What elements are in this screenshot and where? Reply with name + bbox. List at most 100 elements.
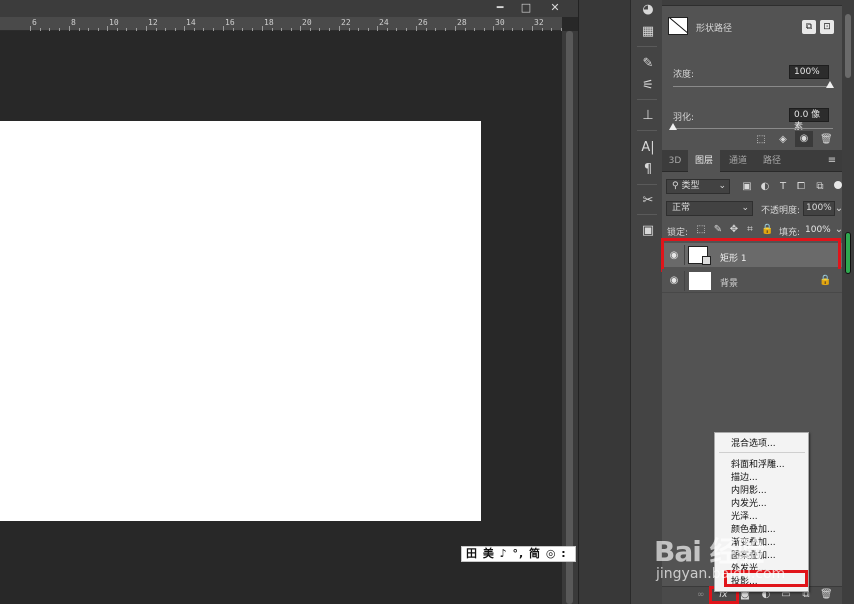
tab-channels[interactable]: 通道 — [722, 150, 754, 172]
layer-filter-select[interactable]: ⚲ 类型 ⌄ — [666, 179, 730, 194]
ruler-tick — [493, 26, 494, 31]
vector-mask-icon[interactable]: ⊡ — [820, 20, 834, 34]
mask-add-icon[interactable]: ⧉ — [802, 20, 816, 34]
ruler-tick — [69, 26, 70, 31]
clone-source-icon[interactable]: ⊥ — [639, 108, 657, 124]
color-palette-icon[interactable]: ◕ — [639, 2, 657, 18]
ruler-tick — [223, 26, 224, 31]
properties-icon[interactable]: ▣ — [639, 223, 657, 239]
eye-icon[interactable]: ◉ — [667, 275, 681, 286]
paragraph-icon[interactable]: ¶ — [639, 162, 657, 178]
filter-toggle-icon[interactable] — [834, 181, 842, 189]
link-layers-icon[interactable]: ∞ — [697, 590, 705, 600]
brush-settings-icon[interactable]: ⚟ — [639, 78, 657, 94]
ruler-minor-tick — [233, 28, 234, 31]
smart-object-filter-icon[interactable]: ⧉ — [814, 181, 826, 193]
ruler-minor-tick — [465, 28, 466, 31]
document-canvas[interactable] — [0, 121, 481, 521]
menu-item-satin[interactable]: 光泽... — [731, 509, 758, 522]
panel-divider — [578, 0, 630, 604]
ruler-minor-tick — [242, 28, 243, 31]
lock-icon: 🔒 — [819, 275, 832, 286]
character-icon[interactable]: A| — [639, 140, 657, 156]
density-input[interactable]: 100% — [789, 65, 829, 79]
menu-item-bevel-emboss[interactable]: 斜面和浮雕... — [731, 457, 785, 470]
lock-pixels-icon[interactable]: ✎ — [712, 224, 724, 236]
watermark-url: jingyan.baidu.com — [656, 566, 786, 582]
scrollbar-thumb[interactable] — [845, 14, 851, 78]
ruler-minor-tick — [542, 28, 543, 31]
ruler-tick-label: 16 — [225, 18, 235, 27]
toolbar-divider — [637, 99, 657, 100]
ruler-minor-tick — [319, 28, 320, 31]
brush-icon[interactable]: ✎ — [639, 56, 657, 72]
menu-item-inner-glow[interactable]: 内发光... — [731, 496, 767, 509]
ruler-minor-tick — [551, 28, 552, 31]
panel-scrollbar[interactable] — [842, 0, 854, 604]
ruler-minor-tick — [358, 28, 359, 31]
adjustment-filter-icon[interactable]: ◐ — [759, 181, 771, 193]
eye-icon[interactable]: ◉ — [798, 133, 810, 145]
close-button[interactable]: ✕ — [547, 1, 563, 15]
lock-all-icon[interactable]: 🔒 — [761, 224, 773, 236]
ruler-minor-tick — [165, 28, 166, 31]
scrollbar-thumb[interactable] — [566, 31, 573, 604]
tool-presets-icon[interactable]: ✂ — [639, 193, 657, 209]
menu-item-stroke[interactable]: 描边... — [731, 470, 758, 483]
ruler-tick — [455, 26, 456, 31]
opacity-input[interactable]: 100% — [803, 201, 835, 216]
layer-highlight-annotation — [661, 238, 841, 272]
feather-input[interactable]: 0.0 像素 — [789, 108, 829, 132]
ruler-tick-label: 22 — [341, 18, 351, 27]
delete-layer-icon[interactable]: 🗑 — [820, 589, 833, 601]
chevron-down-icon[interactable]: ⌄ — [833, 203, 845, 215]
selection-icon[interactable]: ⬚ — [755, 134, 767, 146]
ime-toolbar[interactable]: 田 美 ♪ °, 简 ◎ : — [461, 546, 576, 562]
layer-filter-value: 类型 — [681, 181, 700, 191]
lock-transparent-icon[interactable]: ⬚ — [695, 224, 707, 236]
pixel-filter-icon[interactable]: ▣ — [741, 181, 753, 193]
grid-swatches-icon[interactable]: ▦ — [639, 24, 657, 40]
menu-item-blending-options[interactable]: 混合选项... — [731, 436, 776, 449]
maximize-button[interactable]: □ — [518, 1, 534, 15]
horizontal-ruler[interactable]: 6 8 10 12 14 16 18 20 22 24 26 28 30 32 — [0, 17, 562, 31]
blend-mode-select[interactable]: 正常 ⌄ — [666, 201, 753, 216]
ruler-minor-tick — [175, 28, 176, 31]
minimize-button[interactable]: ━ — [492, 1, 508, 15]
scrollbar-thumb-active[interactable] — [845, 232, 851, 274]
feather-slider-knob[interactable] — [669, 123, 677, 130]
ruler-tick-label: 26 — [418, 18, 428, 27]
lock-position-icon[interactable]: ✥ — [728, 224, 740, 236]
ruler-tick-label: 32 — [534, 18, 544, 27]
tab-paths[interactable]: 路径 — [756, 150, 788, 172]
feather-slider-track[interactable] — [673, 128, 833, 129]
tab-3d[interactable]: 3D — [664, 150, 686, 172]
ruler-minor-tick — [512, 28, 513, 31]
menu-item-inner-shadow[interactable]: 内阴影... — [731, 483, 767, 496]
canvas-vertical-scrollbar[interactable] — [562, 31, 578, 604]
shape-path-label: 形状路径 — [696, 24, 733, 34]
ruler-tick — [262, 26, 263, 31]
ruler-tick — [377, 26, 378, 31]
tab-layers[interactable]: 图层 — [688, 150, 720, 172]
ruler-tick-label: 14 — [186, 18, 196, 27]
ruler-tick — [146, 26, 147, 31]
layer-row-background[interactable]: ◉ 背景 🔒 — [662, 269, 842, 293]
panel-menu-icon[interactable]: ≡ — [826, 155, 838, 167]
delete-mask-icon[interactable]: 🗑 — [820, 134, 833, 146]
apply-mask-icon[interactable]: ◈ — [777, 134, 789, 146]
density-slider-track[interactable] — [673, 86, 833, 87]
toolbar-divider — [637, 130, 657, 131]
ruler-minor-tick — [272, 28, 273, 31]
type-filter-icon[interactable]: T — [777, 181, 789, 193]
chevron-down-icon[interactable]: ⌄ — [833, 224, 845, 236]
feather-label: 羽化: — [673, 113, 695, 123]
shape-filter-icon[interactable]: ⧠ — [795, 181, 807, 193]
ruler-tick — [107, 26, 108, 31]
density-slider-knob[interactable] — [826, 81, 834, 88]
blend-mode-value: 正常 — [672, 203, 691, 213]
lock-artboard-icon[interactable]: ⌗ — [744, 224, 756, 236]
ruler-minor-tick — [445, 28, 446, 31]
ruler-minor-tick — [117, 28, 118, 31]
fill-input[interactable]: 100% — [805, 225, 831, 235]
